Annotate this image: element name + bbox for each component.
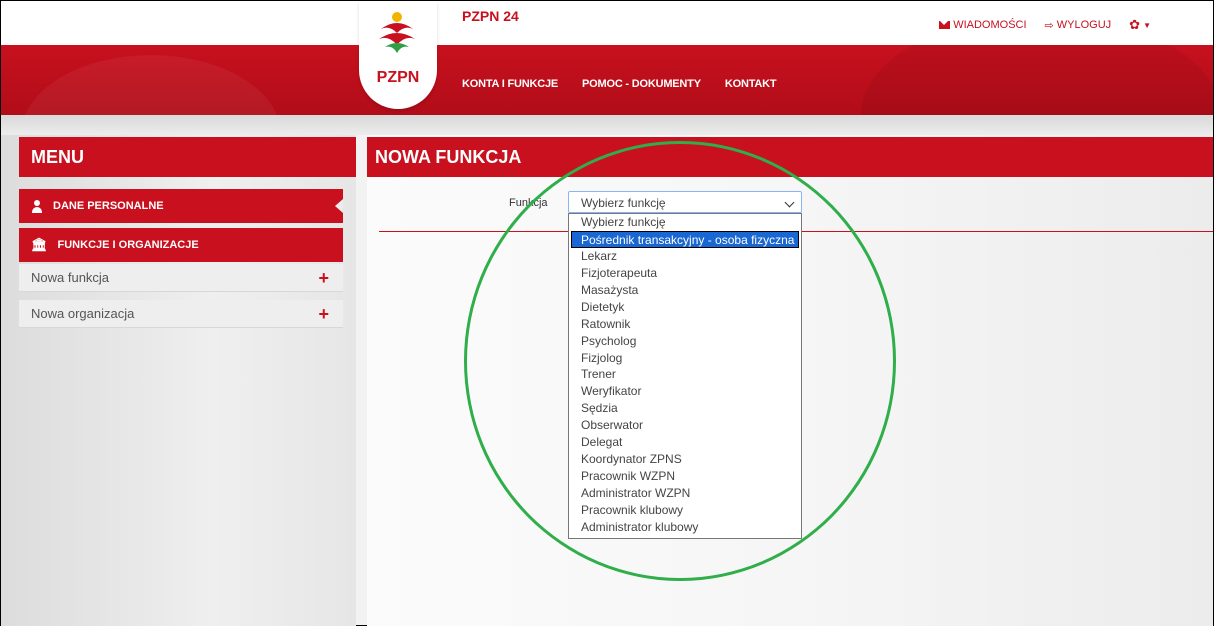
messages-link[interactable]: WIADOMOŚCI — [939, 19, 1027, 31]
logout-link[interactable]: ⇨ WYLOGUJ — [1045, 19, 1112, 32]
pzpn-logo-icon — [379, 12, 415, 53]
dropdown-option[interactable]: Fizjoterapeuta — [569, 265, 801, 282]
logo-text: PZPN — [376, 69, 420, 86]
gear-icon: ✿ — [1129, 17, 1141, 32]
dropdown-option[interactable]: Weryfikator — [569, 383, 801, 400]
dropdown-option[interactable]: Psycholog — [569, 333, 801, 350]
person-icon — [31, 199, 43, 213]
funkcja-label: Funkcja — [509, 197, 548, 209]
nav-kontakt[interactable]: KONTAKT — [725, 78, 777, 90]
logout-icon: ⇨ — [1044, 19, 1054, 32]
dropdown-option[interactable]: Administrator WZPN — [569, 485, 801, 502]
select-value: Wybierz funkcję — [581, 196, 666, 210]
sidebar-item-label: Nowa organizacja — [31, 306, 135, 321]
sidebar-title: MENU — [19, 137, 356, 177]
dropdown-option[interactable]: Obserwator — [569, 417, 801, 434]
decor-swirl — [21, 55, 281, 115]
plus-icon[interactable]: + — [318, 269, 329, 287]
top-nav: KONTA I FUNKCJE POMOC - DOKUMENTY KONTAK… — [462, 78, 777, 90]
plus-icon[interactable]: + — [318, 305, 329, 323]
dropdown-option[interactable]: Administrator klubowy — [569, 519, 801, 536]
dropdown-option[interactable]: Koordynator ZPNS — [569, 451, 801, 468]
sidebar-item-nowa-organizacja[interactable]: Nowa organizacja + — [19, 300, 343, 328]
dropdown-option[interactable]: Dietetyk — [569, 299, 801, 316]
dropdown-option[interactable]: Wybierz funkcję — [569, 214, 801, 231]
dropdown-option[interactable]: Ratownik — [569, 316, 801, 333]
dropdown-option[interactable]: Trener — [569, 366, 801, 383]
dropdown-option[interactable]: Pracownik klubowy — [569, 502, 801, 519]
chevron-down-icon — [784, 197, 795, 208]
dropdown-option[interactable]: Masażysta — [569, 282, 801, 299]
messages-label: WIADOMOŚCI — [953, 19, 1027, 31]
sidebar-item-label: Nowa funkcja — [31, 270, 110, 285]
logout-label: WYLOGUJ — [1056, 19, 1112, 31]
sidebar-item-funkcje-i-organizacje[interactable]: 🏛 FUNKCJE I ORGANIZACJE — [19, 228, 343, 262]
top-actions: WIADOMOŚCI ⇨ WYLOGUJ ✿ ▼ — [939, 17, 1151, 33]
caret-down-icon: ▼ — [1143, 20, 1151, 30]
sidebar-item-nowa-funkcja[interactable]: Nowa funkcja + — [19, 264, 343, 292]
decor-swirl — [861, 45, 1213, 115]
funkcja-select[interactable]: Wybierz funkcję — [568, 191, 802, 213]
settings-menu[interactable]: ✿ ▼ — [1129, 17, 1151, 33]
funkcja-dropdown-list: Wybierz funkcję Pośrednik transakcyjny - … — [568, 213, 802, 539]
sidebar-item-dane-personalne[interactable]: DANE PERSONALNE — [19, 189, 343, 223]
dropdown-option[interactable]: Sędzia — [569, 400, 801, 417]
dropdown-option[interactable]: Delegat — [569, 434, 801, 451]
nav-konta-i-funkcje[interactable]: KONTA I FUNKCJE — [462, 78, 558, 90]
page-title: NOWA FUNKCJA — [367, 137, 1213, 177]
sidebar-item-label: FUNKCJE I ORGANIZACJE — [57, 239, 199, 251]
brand-title[interactable]: PZPN 24 — [462, 8, 519, 24]
dropdown-option[interactable]: Lekarz — [569, 248, 801, 265]
dropdown-option[interactable]: Pośrednik transakcyjny - osoba fizyczna — [571, 230, 799, 248]
header-divider — [1, 115, 1213, 135]
bank-icon: 🏛 — [31, 237, 48, 252]
mail-icon — [939, 21, 951, 29]
dropdown-option[interactable]: Pracownik WZPN — [569, 468, 801, 485]
nav-pomoc-dokumenty[interactable]: POMOC - DOKUMENTY — [582, 78, 701, 90]
dropdown-option[interactable]: Fizjolog — [569, 350, 801, 367]
sidebar-item-label: DANE PERSONALNE — [53, 200, 164, 212]
